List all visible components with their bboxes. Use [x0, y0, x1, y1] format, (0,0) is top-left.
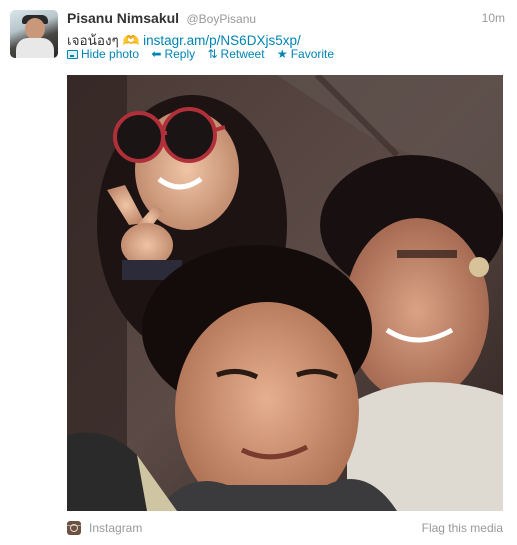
tweet-actions: Hide photo ⬅ Reply ⇅ Retweet ★ Favorite	[67, 47, 343, 61]
retweet-icon: ⇅	[207, 47, 218, 61]
favorite-label: Favorite	[290, 47, 335, 61]
author-name[interactable]: Pisanu Nimsakul	[67, 10, 179, 26]
instagram-source-link[interactable]: Instagram	[89, 521, 142, 535]
photo-icon	[67, 50, 78, 59]
favorite-button[interactable]: ★ Favorite	[277, 47, 334, 61]
author-handle[interactable]: @BoyPisanu	[187, 12, 257, 26]
avatar-head	[25, 18, 45, 40]
reply-label: Reply	[164, 47, 196, 61]
tweet-timestamp[interactable]: 10m	[482, 11, 505, 25]
reply-icon: ⬅	[151, 47, 162, 61]
hide-photo-label: Hide photo	[81, 47, 140, 61]
instagram-icon	[67, 521, 81, 535]
retweet-button[interactable]: ⇅ Retweet	[207, 47, 264, 61]
tweet-card: Pisanu Nimsakul @BoyPisanu 10m เจอน้องๆ …	[0, 0, 517, 545]
instagram-link[interactable]: instagr.am/p/NS6DXjs5xp/	[143, 33, 301, 48]
tweet-text-symbol: 🫶	[122, 33, 140, 48]
author-avatar[interactable]	[10, 10, 58, 58]
media-footer: Instagram Flag this media	[67, 521, 503, 537]
star-icon: ★	[276, 47, 288, 61]
flag-media-link[interactable]: Flag this media	[422, 521, 503, 535]
tweet-text-body: เจอน้องๆ	[67, 33, 123, 48]
hide-photo-button[interactable]: Hide photo	[67, 47, 139, 61]
photo-image	[67, 75, 503, 511]
retweet-label: Retweet	[220, 47, 265, 61]
avatar-body	[16, 38, 54, 58]
reply-button[interactable]: ⬅ Reply	[151, 47, 195, 61]
instagram-photo[interactable]	[67, 75, 503, 511]
tweet-header: Pisanu Nimsakul @BoyPisanu 10m	[67, 10, 505, 28]
